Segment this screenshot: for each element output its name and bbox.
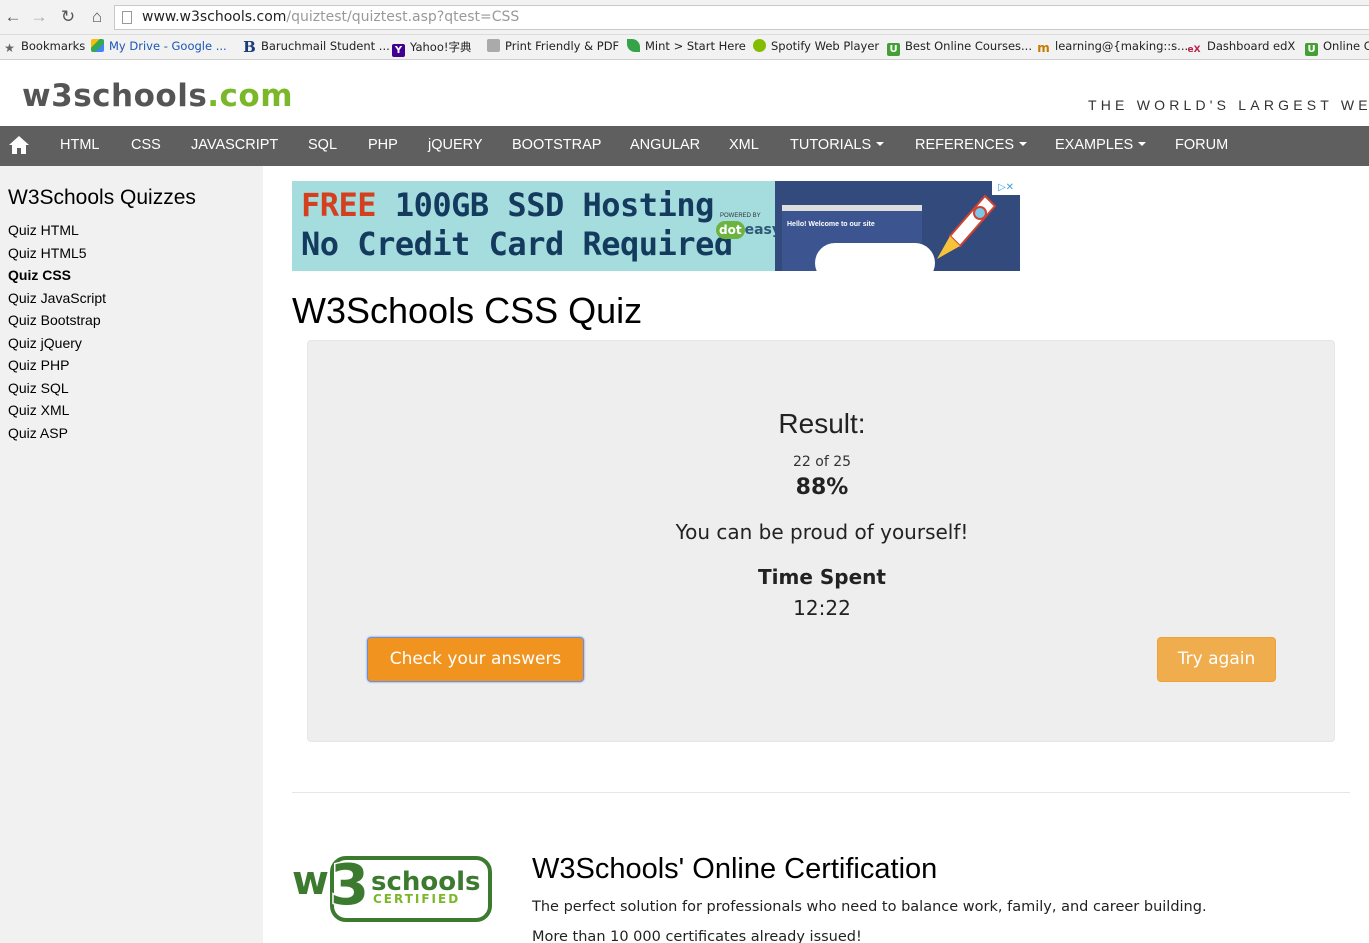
cloud-icon [815,243,935,271]
sidebar: W3Schools Quizzes Quiz HTML Quiz HTML5 Q… [0,166,263,943]
svg-text:w: w [292,858,329,904]
mortarboard-icon: m [1037,41,1050,55]
ad-banner[interactable]: FREE 100GB SSD Hosting No Credit Card Re… [292,181,1020,271]
caret-down-icon [876,142,885,146]
nav-javascript[interactable]: JAVASCRIPT [191,137,278,153]
caret-down-icon [1138,142,1147,146]
nav-php[interactable]: PHP [368,137,398,153]
nav-xml[interactable]: XML [729,137,759,153]
bookmark-item[interactable]: Print Friendly & PDF [487,39,619,53]
ad-panel-text: Hello! Welcome to our site [787,221,875,228]
bookmark-item[interactable]: Mint > Start Here [627,39,746,53]
sidebar-item-quiz-javascript[interactable]: Quiz JavaScript [8,290,106,306]
result-panel: Result: 22 of 25 88% You can be proud of… [307,340,1335,742]
nav-examples[interactable]: EXAMPLES [1055,137,1147,153]
nav-bootstrap[interactable]: BOOTSTRAP [512,137,601,153]
sidebar-item-quiz-xml[interactable]: Quiz XML [8,402,69,418]
mint-leaf-icon [627,39,640,52]
bookmarks-bar: ★ Bookmarks My Drive - Google ... B Baruch… [0,35,1369,60]
printer-icon [487,39,500,52]
site-tagline: THE WORLD'S LARGEST WEB [1088,97,1369,113]
page-title: W3Schools CSS Quiz [292,290,643,331]
baruch-icon: B [243,38,256,56]
sidebar-item-quiz-css[interactable]: Quiz CSS [8,267,71,283]
forward-icon[interactable]: → [28,6,50,28]
caret-down-icon [1019,142,1028,146]
edx-icon: eX [1187,45,1201,55]
result-percent: 88% [795,475,849,500]
nav-html[interactable]: HTML [60,137,99,153]
google-drive-icon [91,39,104,52]
url-text: www.w3schools.com/quiztest/quiztest.asp?… [142,9,520,25]
ad-subline: No Credit Card Required [301,225,733,263]
ad-choices-icon[interactable]: ▷✕ [992,181,1020,195]
nav-forum[interactable]: FORUM [1175,137,1228,153]
bookmark-item[interactable]: m learning@{making::s... [1037,39,1188,55]
page-icon [122,11,132,24]
result-message: You can be proud of yourself! [675,520,969,544]
nav-references[interactable]: REFERENCES [915,137,1028,153]
check-answers-button[interactable]: Check your answers [367,637,584,682]
sidebar-item-quiz-asp[interactable]: Quiz ASP [8,425,68,441]
certification-title: W3Schools' Online Certification [532,853,938,885]
nav-jquery[interactable]: jQUERY [428,137,483,153]
divider [292,792,1350,793]
reload-icon[interactable]: ↻ [57,6,79,28]
svg-text:3: 3 [330,853,369,918]
time-spent-label: Time Spent [758,565,886,589]
bookmark-item[interactable]: Spotify Web Player [753,39,879,53]
nav-sql[interactable]: SQL [308,137,337,153]
certification-description: The perfect solution for professionals w… [532,899,1207,915]
sidebar-item-quiz-sql[interactable]: Quiz SQL [8,380,69,396]
bookmark-item[interactable]: B Baruchmail Student ... [243,38,390,56]
nav-angular[interactable]: ANGULAR [630,137,700,153]
time-spent-value: 12:22 [793,596,851,620]
udemy-icon: U [887,43,900,56]
ad-brand-logo: dot easy [716,221,781,239]
sidebar-item-quiz-php[interactable]: Quiz PHP [8,357,69,373]
sidebar-item-quiz-jquery[interactable]: Quiz jQuery [8,335,82,351]
bookmark-item[interactable]: U Online C [1305,39,1369,56]
nav-css[interactable]: CSS [131,137,161,153]
certification-count: More than 10 000 certificates already is… [532,929,862,943]
ad-illustration: Hello! Welcome to our site [775,181,1020,271]
top-navigation: HTML CSS JAVASCRIPT SQL PHP jQUERY BOOTS… [0,126,1369,166]
bookmark-item[interactable]: eX Dashboard edX [1186,39,1295,57]
spotify-icon [753,39,766,52]
cert-logo-subtext: CERTIFIED [373,892,460,906]
home-icon[interactable]: ⌂ [86,6,108,28]
udemy-icon: U [1305,43,1318,56]
sidebar-item-quiz-bootstrap[interactable]: Quiz Bootstrap [8,312,101,328]
nav-tutorials[interactable]: TUTORIALS [790,137,885,153]
sidebar-item-quiz-html5[interactable]: Quiz HTML5 [8,245,87,261]
ad-headline: FREE 100GB SSD Hosting [301,186,714,224]
sidebar-item-quiz-html[interactable]: Quiz HTML [8,222,79,238]
ad-powered-by: POWERED BY [720,213,761,219]
bookmark-item[interactable]: U Best Online Courses... [887,39,1032,56]
sidebar-title: W3Schools Quizzes [8,186,196,209]
star-icon: ★ [4,41,15,55]
try-again-button[interactable]: Try again [1157,637,1276,682]
bookmark-item[interactable]: My Drive - Google ... [91,39,227,53]
back-icon[interactable]: ← [2,6,24,28]
rocket-icon [937,194,997,259]
yahoo-icon: Y [392,44,405,57]
browser-address-bar: ← → ↻ ⌂ www.w3schools.com/quiztest/quizt… [0,0,1369,35]
url-field[interactable]: www.w3schools.com/quiztest/quiztest.asp?… [114,5,1369,30]
result-score: 22 of 25 [792,454,852,470]
bookmark-item[interactable]: ★ Bookmarks [3,39,85,55]
home-icon[interactable] [8,135,30,155]
result-heading: Result: [778,408,866,439]
site-logo[interactable]: w3schools.com [22,78,293,114]
w3schools-certified-logo[interactable]: w 3 schools CERTIFIED [292,852,492,922]
bookmark-item[interactable]: Y Yahoo!字典 [392,39,471,57]
